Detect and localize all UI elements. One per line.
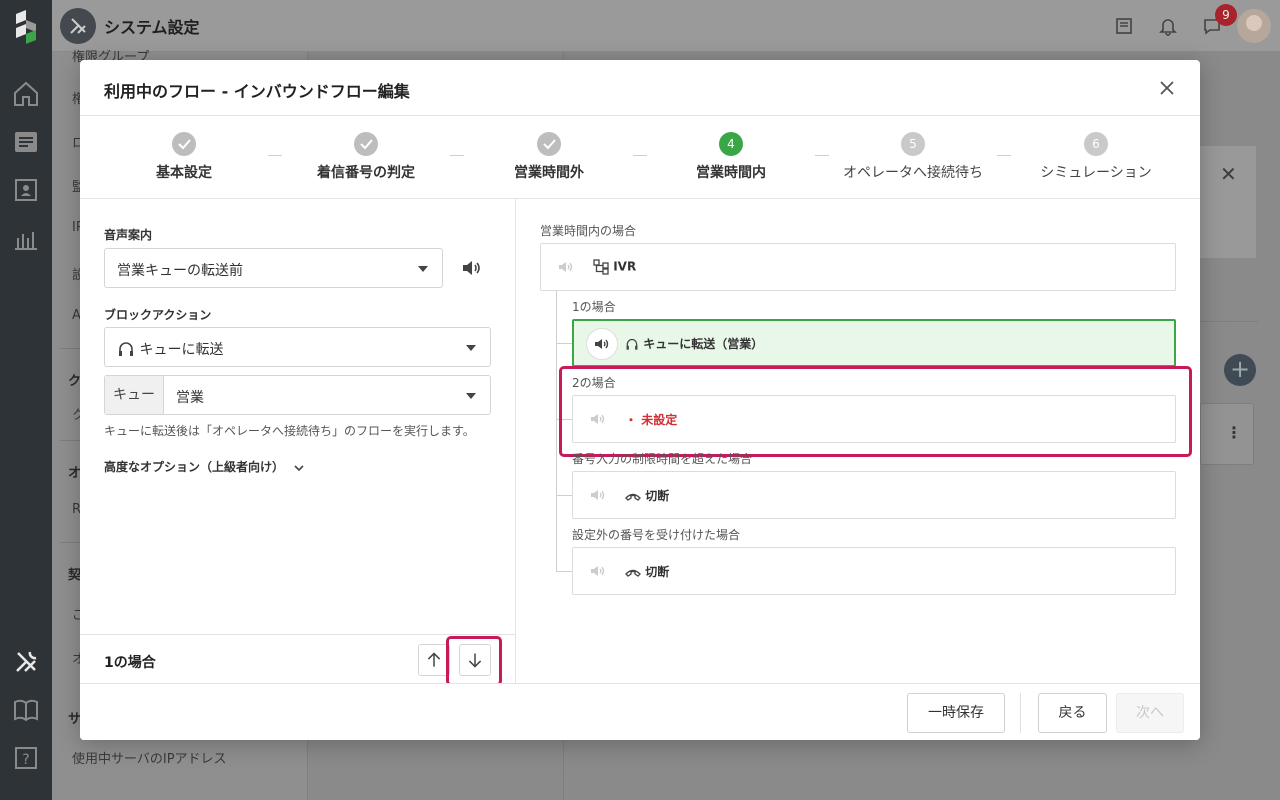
chevron-down-icon bbox=[418, 266, 428, 272]
announcement-icon[interactable] bbox=[1114, 16, 1134, 36]
step-label: 営業時間外 bbox=[514, 165, 584, 181]
help-icon[interactable]: ? bbox=[12, 744, 40, 772]
settings-tools-icon[interactable] bbox=[12, 648, 40, 676]
modal-title: 利用中のフロー - インバウンドフロー編集 bbox=[104, 82, 410, 101]
queue-hint-text: キューに転送後は「オペレータへ接続待ち」のフローを実行します。 bbox=[104, 424, 475, 438]
queue-select[interactable]: キュー 営業 bbox=[104, 375, 491, 415]
step-operator-wait[interactable]: 5 オペレータへ接続待ち bbox=[823, 132, 1003, 182]
modal-header: 利用中のフロー - インバウンドフロー編集 bbox=[80, 60, 1200, 116]
list-icon[interactable] bbox=[12, 128, 40, 156]
headset-icon bbox=[626, 338, 638, 350]
tree-connector bbox=[556, 495, 572, 496]
current-case-label: 1の場合 bbox=[104, 655, 156, 671]
home-icon[interactable] bbox=[12, 80, 40, 108]
subnav-item-server-ip[interactable]: 使用中サーバのIPアドレス bbox=[72, 748, 227, 767]
step-basic-settings[interactable]: 基本設定 bbox=[94, 132, 274, 182]
app-logo-icon bbox=[16, 10, 36, 44]
block-settings-panel: 音声案内 営業キューの転送前 ブロックアクション キューに転送 キュー 営業 キ… bbox=[80, 199, 516, 684]
step-label: 着信番号の判定 bbox=[317, 165, 415, 181]
page-title: システム設定 bbox=[104, 18, 200, 37]
ivr-branch-icon bbox=[593, 259, 609, 275]
hangup-icon bbox=[625, 493, 641, 501]
more-vert-icon[interactable]: ⋮ bbox=[1226, 423, 1242, 442]
block-action-label: ブロックアクション bbox=[104, 308, 212, 322]
modal-footer: 一時保存 戻る 次へ bbox=[80, 683, 1200, 740]
stepper: 基本設定 着信番号の判定 営業時間外 4 営業時間内 5 オペレータへ接続待ち … bbox=[80, 116, 1200, 199]
manual-book-icon[interactable] bbox=[12, 696, 40, 724]
step-number: 4 bbox=[719, 132, 743, 156]
contacts-icon[interactable] bbox=[12, 176, 40, 204]
bell-icon[interactable] bbox=[1158, 16, 1178, 36]
step-number: 6 bbox=[1084, 132, 1108, 156]
queue-addon-label: キュー bbox=[105, 376, 164, 414]
chevron-down-icon bbox=[466, 393, 476, 399]
step-label: シミュレーション bbox=[1040, 165, 1152, 181]
voice-guidance-select[interactable]: 営業キューの転送前 bbox=[104, 248, 443, 288]
tree-connector bbox=[556, 571, 572, 572]
ivr-node[interactable]: IVR bbox=[540, 243, 1176, 291]
speaker-muted-icon bbox=[559, 262, 573, 272]
flow-tree-panel: 営業時間内の場合 IVR 1の場合 キューに転送（営業） 2の場合 ・ 未設定 … bbox=[516, 199, 1200, 684]
save-draft-button[interactable]: 一時保存 bbox=[907, 693, 1005, 733]
branch-label: 1の場合 bbox=[572, 300, 616, 314]
step-number-check[interactable]: 着信番号の判定 bbox=[276, 132, 456, 182]
step-business-hours[interactable]: 4 営業時間内 bbox=[641, 132, 821, 182]
arrow-up-icon bbox=[427, 652, 441, 667]
branch-node-hangup[interactable]: 切断 bbox=[572, 471, 1176, 519]
chevron-down-icon bbox=[294, 464, 304, 471]
headset-icon bbox=[119, 342, 133, 356]
hangup-icon bbox=[625, 569, 641, 577]
voice-guidance-label: 音声案内 bbox=[104, 228, 153, 242]
tree-connector bbox=[556, 343, 572, 344]
left-rail: ? bbox=[0, 0, 52, 800]
case-nav-footer: 1の場合 bbox=[80, 634, 516, 686]
check-icon bbox=[537, 132, 561, 156]
branch-label: 設定外の番号を受け付けた場合 bbox=[572, 528, 741, 542]
branch-label: 番号入力の制限時間を超えた場合 bbox=[572, 452, 753, 466]
notification-badge: 9 bbox=[1215, 4, 1237, 26]
step-label: 基本設定 bbox=[156, 165, 212, 181]
close-icon[interactable]: ✕ bbox=[1220, 162, 1237, 186]
speaker-muted-icon bbox=[591, 490, 605, 500]
root-label: 営業時間内の場合 bbox=[540, 224, 637, 238]
analytics-icon[interactable] bbox=[12, 224, 40, 252]
highlight-box bbox=[446, 636, 502, 686]
add-icon[interactable]: + bbox=[1224, 354, 1256, 386]
top-bar: システム設定 bbox=[52, 0, 1280, 52]
step-number: 5 bbox=[901, 132, 925, 156]
highlight-box bbox=[559, 366, 1192, 457]
user-avatar[interactable] bbox=[1237, 9, 1271, 43]
speaker-play-button[interactable] bbox=[586, 328, 618, 360]
step-simulation[interactable]: 6 シミュレーション bbox=[1006, 132, 1186, 182]
step-label: 営業時間内 bbox=[696, 165, 766, 181]
step-label: オペレータへ接続待ち bbox=[843, 165, 983, 181]
flow-edit-modal: 利用中のフロー - インバウンドフロー編集 基本設定 着信番号の判定 営業時間外… bbox=[80, 60, 1200, 740]
divider bbox=[1200, 321, 1258, 322]
back-button[interactable]: 戻る bbox=[1038, 693, 1107, 733]
svg-text:?: ? bbox=[22, 752, 29, 768]
speaker-play-icon[interactable] bbox=[460, 257, 482, 279]
speaker-icon bbox=[595, 339, 609, 349]
branch-node-hangup[interactable]: 切断 bbox=[572, 547, 1176, 595]
block-action-select[interactable]: キューに転送 bbox=[104, 327, 491, 367]
system-settings-icon bbox=[60, 8, 96, 44]
check-icon bbox=[354, 132, 378, 156]
check-icon bbox=[172, 132, 196, 156]
step-after-hours[interactable]: 営業時間外 bbox=[459, 132, 639, 182]
branch-node-selected[interactable]: キューに転送（営業） bbox=[572, 319, 1176, 367]
tree-connector bbox=[556, 291, 557, 571]
speaker-muted-icon bbox=[591, 566, 605, 576]
chevron-down-icon bbox=[466, 345, 476, 351]
advanced-options-toggle[interactable]: 高度なオプション（上級者向け） bbox=[104, 458, 306, 475]
next-button[interactable]: 次へ bbox=[1116, 693, 1184, 733]
close-icon[interactable] bbox=[1157, 78, 1177, 98]
